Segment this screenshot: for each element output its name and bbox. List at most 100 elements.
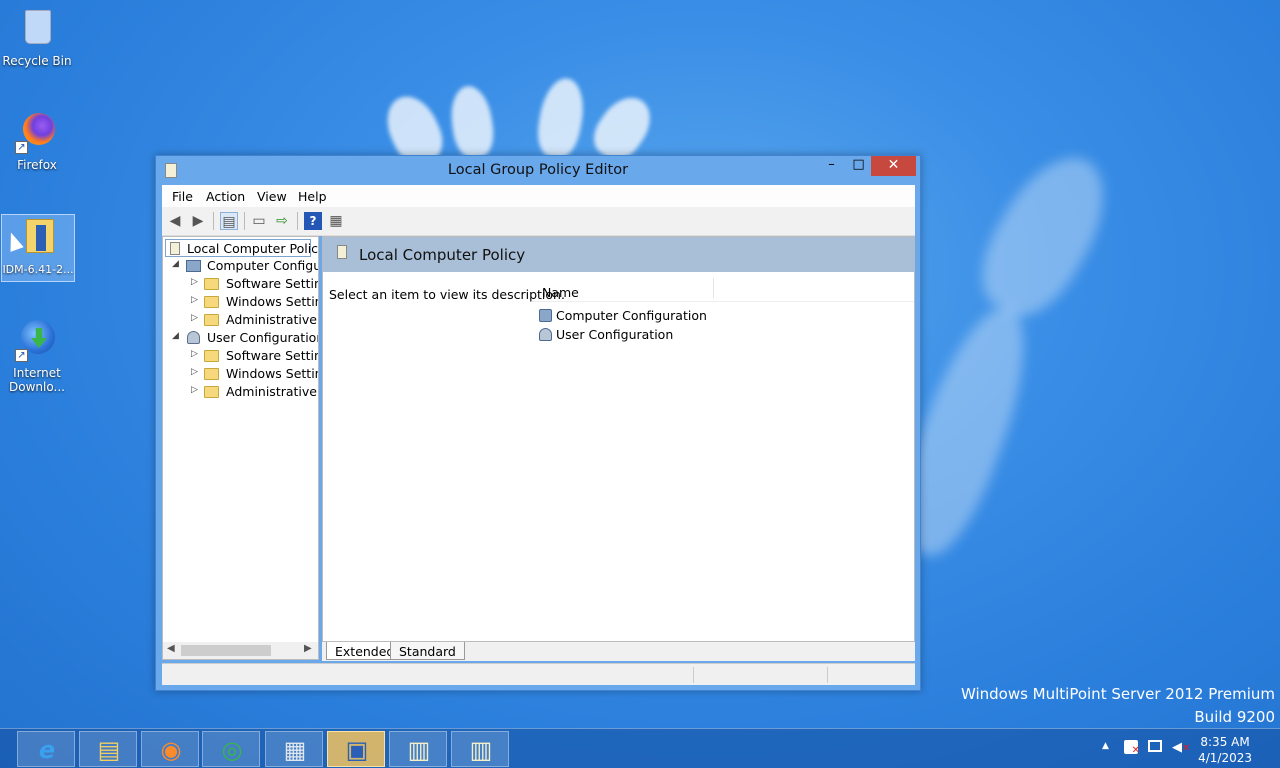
tree-item-windows-settings[interactable]: ▷ Windows Setting: [163, 293, 318, 311]
minimize-button[interactable]: –: [818, 156, 845, 176]
collapse-arrow-icon[interactable]: ◢: [172, 259, 182, 269]
action-pane-icon[interactable]: ▦: [327, 212, 345, 230]
taskbar: e ▤ ◉ ◎ ▦ ▣ ▥ ▥ ▲ ✕ ◀✕ 8:35 AM 4/1/2023: [0, 728, 1280, 768]
list-item-label: User Configuration: [556, 327, 674, 342]
internet-explorer-icon: e: [38, 736, 56, 764]
internet-download-manager-icon: ↗: [15, 318, 59, 362]
action-center-flag-icon[interactable]: ✕: [1124, 740, 1140, 756]
taskbar-internet-download-manager[interactable]: ◎: [202, 731, 260, 767]
server-manager-icon: ▦: [283, 736, 307, 764]
desktop-icon-label: Recycle Bin: [2, 54, 72, 68]
export-list-icon[interactable]: ⇨: [273, 212, 291, 230]
details-pane: Local Computer Policy Name Select an ite…: [322, 236, 915, 642]
expand-arrow-icon[interactable]: ▷: [191, 295, 201, 305]
clock-time: 8:35 AM: [1200, 735, 1250, 749]
tree-item-user-configuration[interactable]: ◢ User Configuration: [163, 329, 318, 347]
help-icon[interactable]: ?: [304, 212, 322, 230]
recycle-bin-icon: [15, 6, 59, 50]
expand-arrow-icon[interactable]: ▷: [191, 367, 201, 377]
tree-item-windows-settings[interactable]: ▷ Windows Setting: [163, 365, 318, 383]
group-policy-icon: ▣: [345, 736, 369, 764]
volume-muted-icon[interactable]: ◀✕: [1172, 740, 1190, 755]
tab-standard[interactable]: Standard: [390, 642, 465, 660]
clock-date: 4/1/2023: [1198, 751, 1252, 765]
taskbar-notepad[interactable]: ▥: [389, 731, 447, 767]
tree-item-computer-configuration[interactable]: ◢ Computer Configura: [163, 257, 318, 275]
scroll-left-icon[interactable]: ◀: [167, 643, 175, 654]
scroll-right-icon[interactable]: ▶: [304, 643, 312, 654]
policy-document-icon: [170, 242, 180, 255]
properties-icon[interactable]: ▭: [250, 212, 268, 230]
collapse-arrow-icon[interactable]: ◢: [172, 331, 182, 341]
taskbar-firefox[interactable]: ◉: [141, 731, 199, 767]
desktop-icon-label: Internet Downlo...: [9, 366, 65, 394]
notepad-icon: ▥: [407, 736, 431, 764]
expand-arrow-icon[interactable]: ▷: [191, 313, 201, 323]
wallpaper-petal: [447, 83, 497, 161]
taskbar-file-explorer[interactable]: ▤: [79, 731, 137, 767]
status-divider: [827, 667, 828, 683]
shortcut-arrow-icon: ↗: [15, 349, 28, 362]
expand-arrow-icon[interactable]: ▷: [191, 349, 201, 359]
expand-arrow-icon[interactable]: ▷: [191, 277, 201, 287]
menu-help[interactable]: Help: [298, 189, 327, 204]
forward-arrow-icon[interactable]: ▶: [189, 212, 207, 230]
menu-view[interactable]: View: [257, 189, 287, 204]
user-icon: [539, 328, 552, 341]
list-item-user-configuration[interactable]: User Configuration: [539, 327, 673, 342]
show-hidden-icons-chevron-icon[interactable]: ▲: [1102, 741, 1109, 751]
expand-arrow-icon[interactable]: ▷: [191, 385, 201, 395]
list-item-label: Computer Configuration: [556, 308, 707, 323]
desktop-icon-firefox[interactable]: ↗ Firefox: [0, 110, 74, 172]
taskbar-group-policy-editor[interactable]: ▣: [327, 731, 385, 767]
tree-horizontal-scrollbar[interactable]: ◀ ▶: [163, 642, 318, 659]
taskbar-clock[interactable]: 8:35 AM 4/1/2023: [1198, 734, 1252, 766]
installer-folder-icon: [16, 215, 60, 259]
column-divider: [713, 278, 714, 298]
tree-item-local-computer-policy[interactable]: Local Computer Policy: [165, 239, 318, 257]
show-hide-console-tree-icon[interactable]: ▤: [220, 212, 238, 230]
tree-item-label: Software Settings: [226, 348, 318, 363]
description-text: Select an item to view its description.: [329, 287, 565, 302]
toolbar-separator: [297, 212, 298, 230]
tree-item-administrative-templates[interactable]: ▷ Administrative Te: [163, 311, 318, 329]
firefox-icon: ↗: [15, 110, 59, 154]
title-bar[interactable]: Local Group Policy Editor – □ ✕: [156, 156, 920, 185]
taskbar-notepad-2[interactable]: ▥: [451, 731, 509, 767]
details-header: Local Computer Policy: [323, 237, 914, 272]
close-button[interactable]: ✕: [871, 156, 916, 176]
tree-item-label: Windows Setting: [226, 294, 318, 309]
wallpaper-petal: [963, 138, 1127, 332]
desktop-icon-internet-download-manager[interactable]: ↗ Internet Downlo...: [0, 318, 74, 394]
notepad-icon: ▥: [469, 736, 493, 764]
computer-icon: [539, 309, 552, 322]
folder-icon: [204, 296, 219, 308]
firefox-icon: ◉: [160, 736, 182, 764]
console-tree: Local Computer Policy ◢ Computer Configu…: [162, 236, 319, 660]
list-column-header: Name: [532, 272, 914, 302]
folder-icon: [204, 350, 219, 362]
network-icon[interactable]: [1148, 740, 1162, 752]
notification-area: ▲ ✕ ◀✕: [1100, 729, 1195, 768]
tree-item-label: Computer Configura: [207, 258, 318, 273]
tree-item-administrative-templates[interactable]: ▷ Administrative Te: [163, 383, 318, 401]
user-icon: [187, 331, 200, 344]
folder-icon: [204, 386, 219, 398]
scrollbar-thumb[interactable]: [181, 645, 271, 656]
tree-item-software-settings[interactable]: ▷ Software Settings: [163, 347, 318, 365]
menu-bar: File Action View Help: [162, 185, 915, 207]
desktop-icon-recycle-bin[interactable]: Recycle Bin: [0, 6, 74, 68]
maximize-button[interactable]: □: [845, 156, 872, 176]
list-item-computer-configuration[interactable]: Computer Configuration: [539, 308, 707, 323]
desktop-icon-label: IDM-6.41-2...: [2, 263, 74, 276]
menu-action[interactable]: Action: [206, 189, 245, 204]
taskbar-internet-explorer[interactable]: e: [17, 731, 75, 767]
toolbar-separator: [213, 212, 214, 230]
folder-icon: [204, 314, 219, 326]
file-explorer-icon: ▤: [97, 736, 121, 764]
taskbar-server-manager[interactable]: ▦: [265, 731, 323, 767]
back-arrow-icon[interactable]: ◀: [166, 212, 184, 230]
tree-item-label: Administrative Te: [226, 312, 318, 327]
tree-item-software-settings[interactable]: ▷ Software Settings: [163, 275, 318, 293]
menu-file[interactable]: File: [172, 189, 193, 204]
